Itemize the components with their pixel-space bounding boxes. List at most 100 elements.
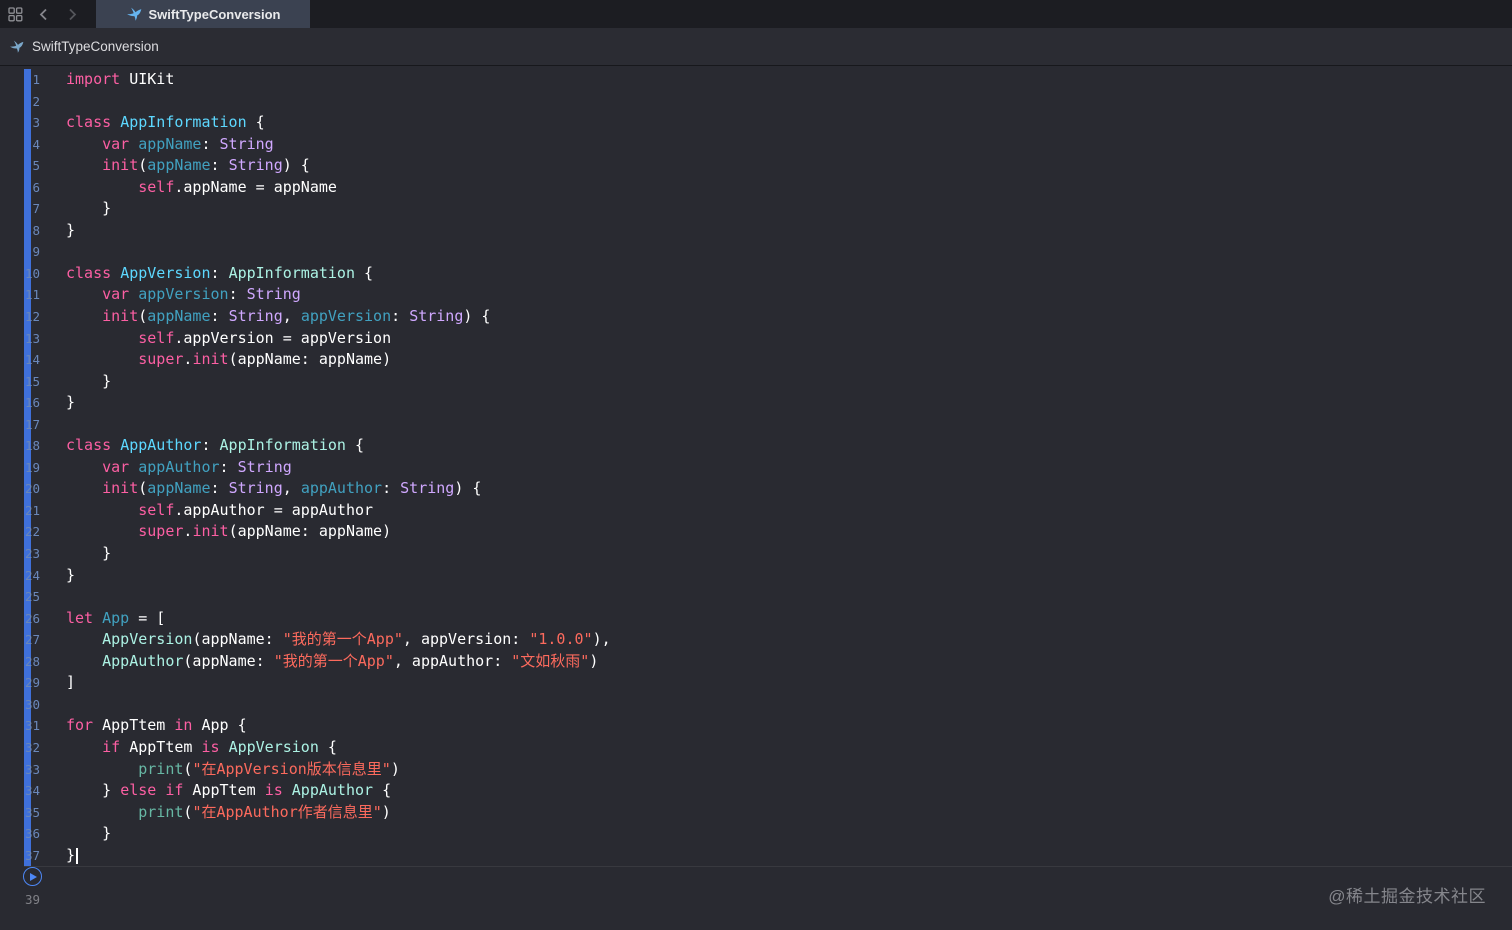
code-line[interactable]: 2 <box>0 91 1512 113</box>
token-projClass: AppAuthor <box>291 781 374 800</box>
line-number[interactable]: 15 <box>0 371 40 393</box>
code-line[interactable]: 20 init(appName: String, appAuthor: Stri… <box>0 478 1512 500</box>
code-line[interactable]: 32 if AppTtem is AppVersion { <box>0 737 1512 759</box>
line-number[interactable]: 6 <box>0 177 40 199</box>
line-number[interactable]: 26 <box>0 608 40 630</box>
line-number[interactable]: 10 <box>0 263 40 285</box>
code-line[interactable]: 9 <box>0 241 1512 263</box>
watermark: @稀土掘金技术社区 <box>1328 887 1486 906</box>
forward-button[interactable] <box>58 0 86 28</box>
code-editor[interactable]: 1 import UIKit 2 3 class AppInformation {4 v… <box>0 66 1512 929</box>
code-line[interactable]: 22 super.init(appName: appName) <box>0 521 1512 543</box>
line-number[interactable]: 32 <box>0 737 40 759</box>
line-number[interactable]: 4 <box>0 134 40 156</box>
line-number[interactable]: 9 <box>0 241 40 263</box>
code-text: } <box>66 845 78 867</box>
line-number[interactable]: 21 <box>0 500 40 522</box>
code-line[interactable]: 8} <box>0 220 1512 242</box>
line-number[interactable]: 34 <box>0 780 40 802</box>
code-line[interactable]: 16} <box>0 392 1512 414</box>
line-number[interactable]: 13 <box>0 328 40 350</box>
line-number[interactable]: 28 <box>0 651 40 673</box>
code-line[interactable]: 24} <box>0 565 1512 587</box>
code-line[interactable]: 35 print("在AppAuthor作者信息里") <box>0 802 1512 824</box>
line-number[interactable]: 16 <box>0 392 40 414</box>
code-line[interactable]: 31 for AppTtem in App { <box>0 715 1512 737</box>
code-line[interactable]: 6 self.appName = appName <box>0 177 1512 199</box>
token-otherClass: String <box>409 307 464 326</box>
token-otherClass: String <box>237 457 292 476</box>
line-number[interactable]: 37 <box>0 845 40 867</box>
line-number[interactable]: 17 <box>0 414 40 436</box>
editor-tab[interactable]: SwiftTypeConversion <box>96 0 310 28</box>
swift-file-icon <box>10 40 24 53</box>
code-line[interactable]: 28 AppAuthor(appName: "我的第一个App", appAut… <box>0 651 1512 673</box>
code-line[interactable]: 19 var appAuthor: String <box>0 457 1512 479</box>
code-line[interactable]: 15 } <box>0 371 1512 393</box>
line-number[interactable]: 8 <box>0 220 40 242</box>
token-kw: class <box>66 436 112 455</box>
line-number[interactable]: 35 <box>0 802 40 824</box>
breadcrumb[interactable]: SwiftTypeConversion <box>9 39 159 54</box>
swift-bird-icon <box>126 7 141 21</box>
code-line[interactable]: 1 import UIKit <box>0 69 1512 91</box>
line-number[interactable]: 11 <box>0 284 40 306</box>
line-number[interactable]: 23 <box>0 543 40 565</box>
line-number[interactable]: 5 <box>0 155 40 177</box>
code-line[interactable]: 25 <box>0 586 1512 608</box>
line-number[interactable]: 2 <box>0 91 40 113</box>
code-line[interactable]: 14 super.init(appName: appName) <box>0 349 1512 371</box>
code-text: } <box>66 371 111 393</box>
code-line[interactable]: 23 } <box>0 543 1512 565</box>
code-line[interactable]: 7 } <box>0 198 1512 220</box>
line-number[interactable]: 12 <box>0 306 40 328</box>
code-line[interactable]: 18 class AppAuthor: AppInformation { <box>0 435 1512 457</box>
line-number[interactable]: 20 <box>0 478 40 500</box>
line-number[interactable]: 33 <box>0 759 40 781</box>
code-line[interactable]: 29] <box>0 672 1512 694</box>
token-typeDecl: AppAuthor <box>120 436 202 455</box>
code-line[interactable]: 13 self.appVersion = appVersion <box>0 328 1512 350</box>
line-number[interactable]: 18 <box>0 435 40 457</box>
line-number[interactable]: 7 <box>0 198 40 220</box>
code-line[interactable]: 5 init(appName: String) { <box>0 155 1512 177</box>
code-text: self.appName = appName <box>66 177 337 199</box>
code-line[interactable]: 17 <box>0 414 1512 436</box>
code-line[interactable]: 27 AppVersion(appName: "我的第一个App", appVe… <box>0 629 1512 651</box>
line-number[interactable]: 25 <box>0 586 40 608</box>
line-number[interactable]: 3 <box>0 112 40 134</box>
code-line[interactable]: 36 } <box>0 823 1512 845</box>
code-line[interactable]: 11 var appVersion: String <box>0 284 1512 306</box>
token-projClass: AppAuthor <box>102 651 184 670</box>
token-plain: } <box>66 220 76 239</box>
line-number[interactable]: 27 <box>0 629 40 651</box>
tab-overview-button[interactable] <box>0 0 30 28</box>
code-text: AppAuthor(appName: "我的第一个App", appAuthor… <box>66 651 598 673</box>
token-kw: var <box>102 134 130 153</box>
code-line[interactable]: 33 print("在AppVersion版本信息里") <box>0 759 1512 781</box>
line-number[interactable]: 1 <box>0 69 40 91</box>
line-number[interactable]: 19 <box>0 457 40 479</box>
token-typeDecl: AppVersion <box>120 263 211 282</box>
line-number[interactable]: 30 <box>0 694 40 716</box>
code-line[interactable]: 12 init(appName: String, appVersion: Str… <box>0 306 1512 328</box>
line-number[interactable]: 14 <box>0 349 40 371</box>
run-playground-button[interactable] <box>23 867 42 886</box>
code-line[interactable]: 26 let App = [ <box>0 608 1512 630</box>
line-number[interactable]: 24 <box>0 565 40 587</box>
code-line[interactable]: 4 var appName: String <box>0 134 1512 156</box>
code-line[interactable]: 34 } else if AppTtem is AppAuthor { <box>0 780 1512 802</box>
code-line[interactable]: 10 class AppVersion: AppInformation { <box>0 263 1512 285</box>
code-line[interactable]: 3 class AppInformation { <box>0 112 1512 134</box>
back-button[interactable] <box>30 0 58 28</box>
line-number[interactable]: 36 <box>0 823 40 845</box>
code-line[interactable]: 30 <box>0 694 1512 716</box>
line-number[interactable]: 29 <box>0 672 40 694</box>
line-number[interactable]: 31 <box>0 715 40 737</box>
code-line[interactable]: 21 self.appAuthor = appAuthor <box>0 500 1512 522</box>
code-text: } <box>66 543 111 565</box>
code-line[interactable]: 37} <box>0 845 1512 867</box>
line-number[interactable]: 22 <box>0 521 40 543</box>
